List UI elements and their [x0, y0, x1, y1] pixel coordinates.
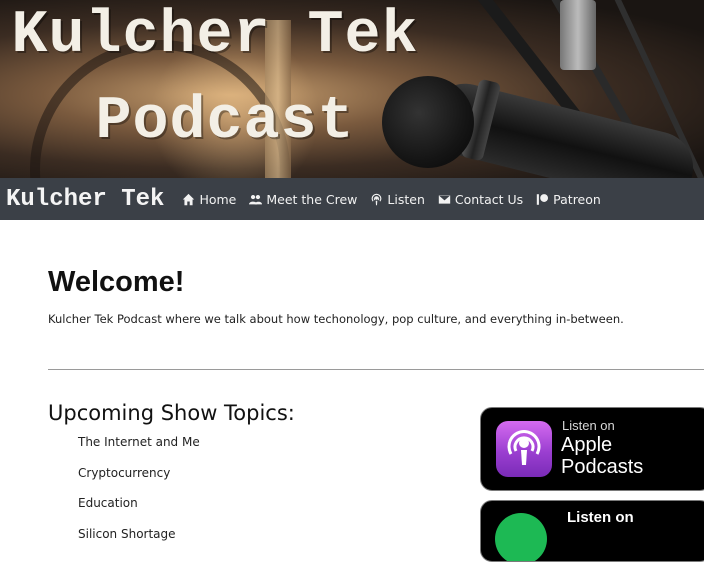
topics-list: The Internet and Me Cryptocurrency Educa… [78, 434, 200, 556]
apple-listen-on: Listen on [562, 418, 615, 433]
nav-item-listen[interactable]: Listen [370, 191, 425, 207]
hero-title-line2: Podcast [95, 88, 355, 156]
hero-title: Kulcher Tek Podcast [0, 0, 430, 152]
apple-podcasts-icon [496, 421, 552, 477]
hero-title-line1: Kulcher Tek [11, 2, 419, 70]
section-divider [48, 369, 704, 370]
spotify-badge[interactable]: Listen on [480, 500, 704, 562]
patreon-icon [536, 193, 549, 205]
nav-item-label: Listen [387, 191, 425, 207]
list-item: Cryptocurrency [78, 465, 171, 480]
nav-item-contact-us[interactable]: Contact Us [438, 192, 523, 207]
nav-item-home[interactable]: Home [182, 192, 236, 207]
list-item: Education [78, 496, 138, 510]
nav-item-label: Patreon [553, 191, 601, 207]
spotify-icon [495, 513, 547, 561]
apple-brand-line1: Apple [561, 434, 613, 456]
nav-brand[interactable]: Kulcher Tek [6, 186, 164, 213]
navbar: Kulcher Tek Home Meet the Crew Listen Co… [0, 178, 704, 220]
apple-podcasts-badge[interactable]: Listen on Apple Podcasts [480, 407, 704, 491]
page-title: Welcome! [48, 266, 185, 298]
page-tagline: Kulcher Tek Podcast where we talk about … [48, 312, 624, 326]
nav-item-label: Meet the Crew [266, 191, 358, 207]
envelope-icon [438, 194, 451, 204]
upcoming-topics-heading: Upcoming Show Topics: [48, 401, 295, 425]
nav-item-meet-the-crew[interactable]: Meet the Crew [249, 192, 357, 207]
home-icon [183, 193, 195, 205]
hero-banner: Kulcher Tek Podcast [0, 0, 704, 178]
apple-podcasts-label: Apple Podcasts [561, 434, 643, 478]
apple-brand-line2: Podcasts [561, 456, 644, 478]
list-item: The Internet and Me [78, 435, 200, 449]
podcast-icon [372, 193, 382, 205]
hero-mic-mount [560, 0, 596, 70]
nav-item-label: Contact Us [454, 191, 524, 207]
list-item: Silicon Shortage [78, 526, 176, 541]
nav-item-label: Home [199, 191, 237, 207]
spotify-listen-on: Listen on [567, 509, 634, 526]
nav-item-patreon[interactable]: Patreon [536, 192, 601, 207]
users-icon [249, 194, 263, 204]
